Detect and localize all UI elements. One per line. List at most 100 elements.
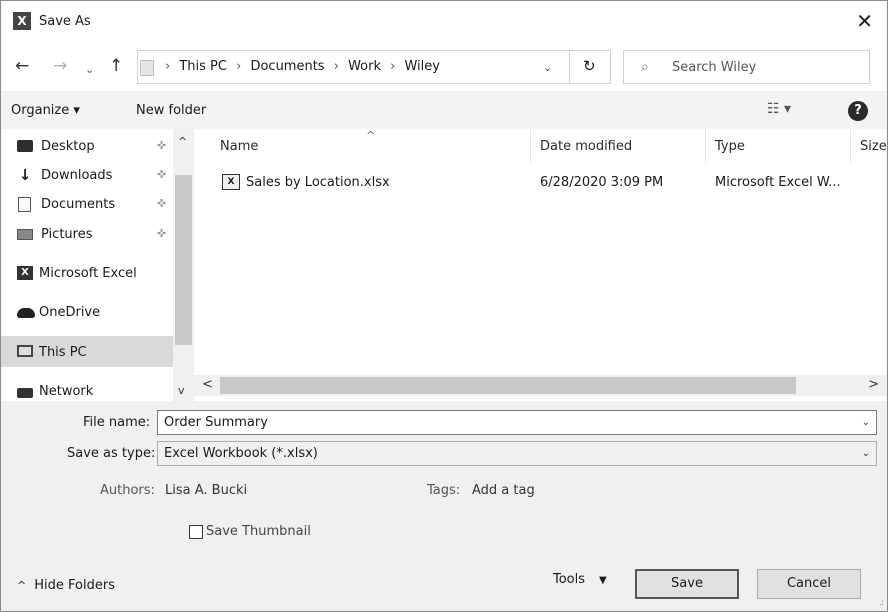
organize-button[interactable]: Organize ▾ <box>11 103 80 118</box>
file-list: ^ Name Date modified Type Size X Sales b… <box>194 129 887 375</box>
sidebar-item-this-pc[interactable]: This PC <box>1 336 173 367</box>
tools-dropdown-icon: ▼ <box>599 575 607 586</box>
close-icon[interactable]: ✕ <box>856 10 873 32</box>
tags-label: Tags: <box>427 483 461 498</box>
pin-icon: ✜ <box>157 227 167 240</box>
folder-icon <box>140 60 154 76</box>
sidebar-item-documents[interactable]: Documents ✜ <box>1 189 173 219</box>
new-folder-button[interactable]: New folder <box>136 103 206 118</box>
scroll-left-icon[interactable]: < <box>202 377 213 392</box>
save-thumbnail-label[interactable]: Save Thumbnail <box>206 524 311 539</box>
refresh-icon: ↻ <box>583 57 596 75</box>
help-icon[interactable]: ? <box>848 101 868 121</box>
excel-file-icon: X <box>222 174 240 190</box>
save-options-panel: File name: Order Summary ⌄ Save as type:… <box>1 401 887 611</box>
save-thumbnail-checkbox[interactable] <box>189 525 203 539</box>
file-type: Microsoft Excel W... <box>715 175 841 190</box>
network-icon <box>17 388 33 398</box>
address-dropdown-chevron-icon[interactable]: ⌄ <box>543 61 552 74</box>
chevron-up-icon: ^ <box>17 579 27 592</box>
authors-label: Authors: <box>100 483 155 498</box>
sidebar-item-microsoft-excel[interactable]: X Microsoft Excel <box>1 258 173 288</box>
navigation-pane: Desktop ✜ ↓ Downloads ✜ Documents ✜ Pict… <box>1 129 194 401</box>
scroll-down-icon[interactable]: v <box>178 384 185 397</box>
navigation-pane-scrollbar[interactable]: ^ v <box>173 129 194 401</box>
sidebar-item-downloads[interactable]: ↓ Downloads ✜ <box>1 160 173 190</box>
sidebar-item-desktop[interactable]: Desktop ✜ <box>1 131 173 161</box>
tags-value[interactable]: Add a tag <box>472 483 535 498</box>
breadcrumb-documents[interactable]: Documents <box>250 59 324 74</box>
pin-icon: ✜ <box>157 168 167 181</box>
scroll-up-icon[interactable]: ^ <box>178 135 187 148</box>
sidebar-item-label: OneDrive <box>39 305 101 320</box>
search-icon: ⌕ <box>641 59 649 75</box>
sidebar-item-label: Downloads <box>41 168 113 183</box>
search-placeholder: Search Wiley <box>672 60 757 75</box>
tools-label: Tools <box>553 572 586 587</box>
sidebar-item-label: Network <box>39 384 94 399</box>
desktop-icon <box>17 140 33 152</box>
file-list-horizontal-scrollbar[interactable]: < > <box>194 375 887 396</box>
download-icon: ↓ <box>18 166 32 184</box>
chevron-down-icon[interactable]: ⌄ <box>862 417 870 428</box>
file-name-field[interactable]: Order Summary ⌄ <box>157 410 877 435</box>
file-name: Sales by Location.xlsx <box>246 175 390 190</box>
hide-folders-label: Hide Folders <box>34 578 115 593</box>
recent-locations-chevron-icon[interactable]: ⌄ <box>85 61 94 79</box>
tools-button[interactable]: Tools ▼ <box>553 572 607 587</box>
sidebar-item-label: This PC <box>39 345 87 360</box>
breadcrumb-separator: › <box>236 59 242 74</box>
file-name-value: Order Summary <box>164 415 268 430</box>
sidebar-item-label: Documents <box>41 197 116 212</box>
excel-icon: X <box>17 266 33 280</box>
sort-ascending-icon: ^ <box>366 129 376 142</box>
pin-icon: ✜ <box>157 197 167 210</box>
breadcrumb-wiley[interactable]: Wiley <box>404 59 439 74</box>
cloud-icon <box>17 308 35 318</box>
save-button[interactable]: Save <box>635 569 739 599</box>
breadcrumb-separator: › <box>333 59 339 74</box>
column-divider[interactable] <box>530 129 531 163</box>
file-date-modified: 6/28/2020 3:09 PM <box>540 175 664 190</box>
back-arrow-icon[interactable]: ← <box>15 57 29 75</box>
search-input[interactable]: ⌕ Search Wiley <box>623 50 870 84</box>
save-as-type-label: Save as type: <box>67 446 156 461</box>
scrollbar-thumb[interactable] <box>175 175 192 345</box>
pin-icon: ✜ <box>157 139 167 152</box>
file-name-label: File name: <box>83 415 151 430</box>
title-bar: X Save As ✕ <box>1 1 887 45</box>
computer-icon <box>17 345 33 357</box>
scrollbar-thumb[interactable] <box>220 377 796 394</box>
column-header-size[interactable]: Size <box>860 139 887 154</box>
refresh-button[interactable]: ↻ <box>569 50 611 84</box>
forward-arrow-icon[interactable]: → <box>53 57 67 75</box>
hide-folders-button[interactable]: ^ Hide Folders <box>17 578 115 593</box>
window-title: Save As <box>39 14 91 29</box>
sidebar-item-label: Desktop <box>41 139 95 154</box>
chevron-down-icon: ⌄ <box>861 448 870 459</box>
column-header-date-modified[interactable]: Date modified <box>540 139 632 154</box>
sidebar-item-label: Microsoft Excel <box>39 266 137 281</box>
breadcrumb-separator: › <box>390 59 396 74</box>
breadcrumb-work[interactable]: Work <box>348 59 381 74</box>
scroll-right-icon[interactable]: > <box>868 377 879 392</box>
column-divider[interactable] <box>705 129 706 163</box>
sidebar-item-onedrive[interactable]: OneDrive <box>1 297 173 327</box>
view-options-icon[interactable]: ☷ ▾ <box>767 101 791 117</box>
up-arrow-icon[interactable]: ↑ <box>109 57 123 75</box>
address-bar[interactable]: › This PC › Documents › Work › Wiley <box>137 50 611 84</box>
column-header-name[interactable]: Name <box>220 139 258 154</box>
command-toolbar: Organize ▾ New folder ☷ ▾ ? <box>1 91 887 129</box>
cancel-button[interactable]: Cancel <box>757 569 861 599</box>
breadcrumb-this-pc[interactable]: This PC <box>179 59 227 74</box>
sidebar-item-pictures[interactable]: Pictures ✜ <box>1 219 173 249</box>
column-divider[interactable] <box>850 129 851 163</box>
sidebar-item-label: Pictures <box>41 227 93 242</box>
navigation-bar: ← → ⌄ ↑ › This PC › Documents › Work › W… <box>1 45 887 91</box>
save-as-type-value: Excel Workbook (*.xlsx) <box>164 446 318 461</box>
table-row[interactable]: X Sales by Location.xlsx 6/28/2020 3:09 … <box>194 169 887 197</box>
column-header-type[interactable]: Type <box>715 139 745 154</box>
resize-grip-icon[interactable]: .: <box>879 598 884 608</box>
authors-value[interactable]: Lisa A. Bucki <box>165 483 247 498</box>
save-as-type-select[interactable]: Excel Workbook (*.xlsx) ⌄ <box>157 441 877 466</box>
